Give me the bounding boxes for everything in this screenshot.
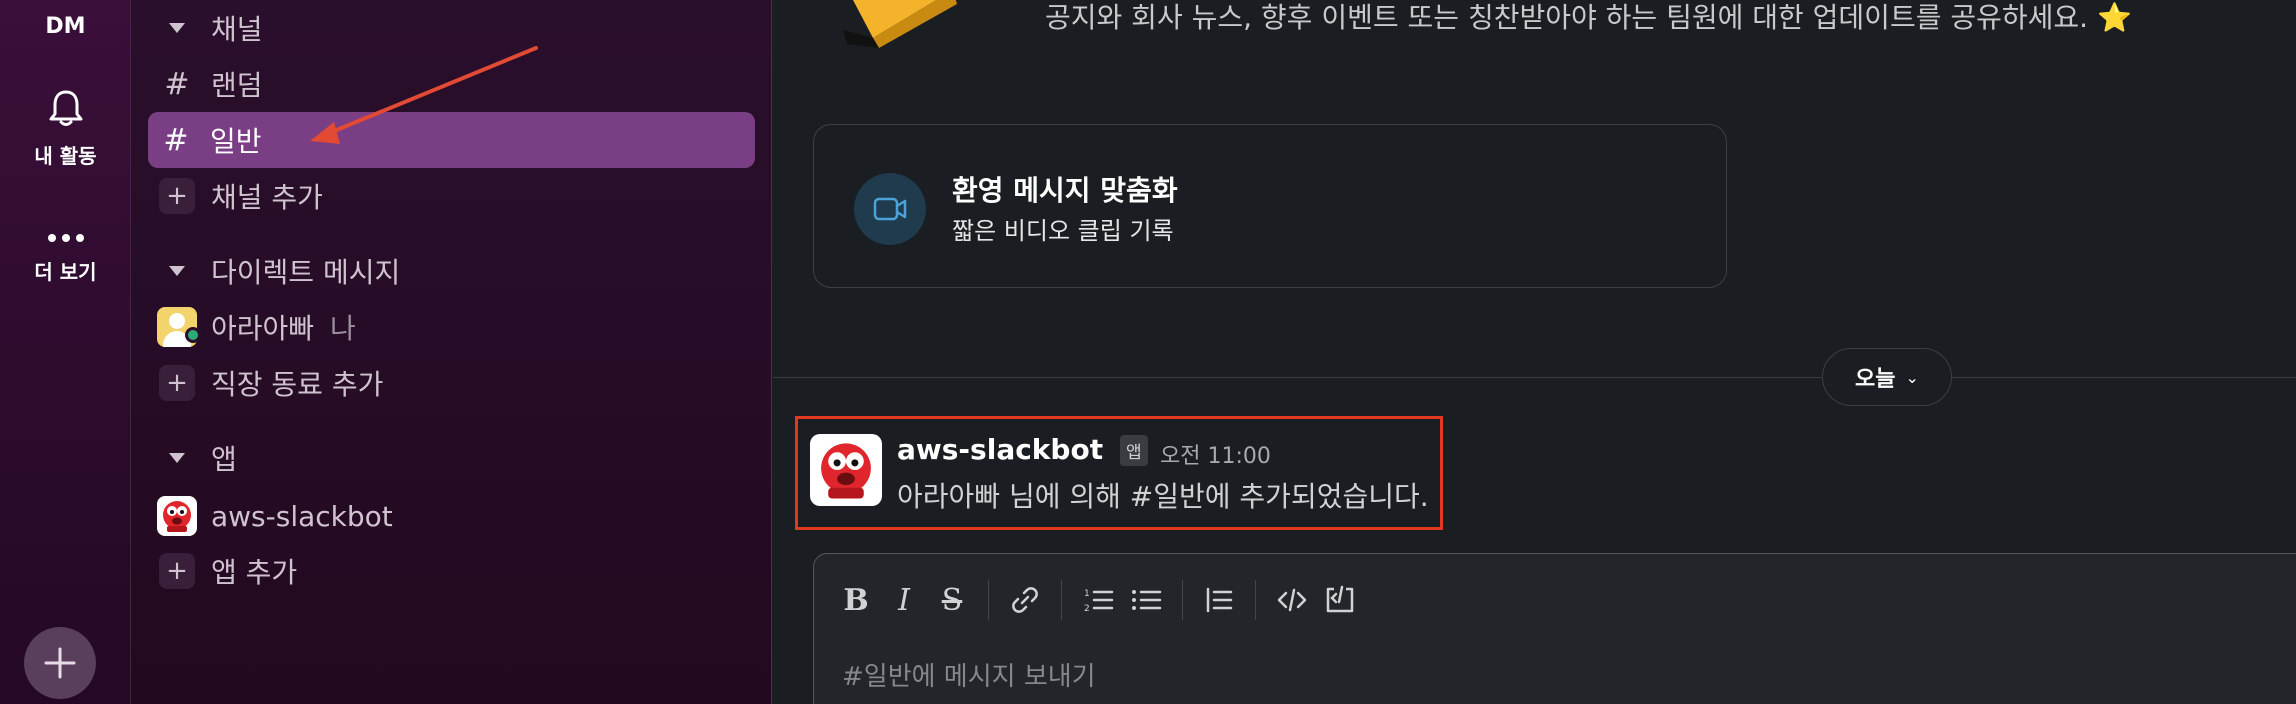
bot-avatar (157, 496, 197, 536)
message-input[interactable]: #일반에 메시지 보내기 (842, 656, 1096, 693)
add-app-button[interactable]: + 앱 추가 (149, 543, 755, 599)
link-button[interactable] (1001, 576, 1049, 624)
plus-icon: + (159, 365, 195, 401)
alarm-bot-icon (821, 443, 871, 499)
avatar-wrap (149, 307, 205, 347)
caret-down-icon (149, 266, 205, 276)
toolbar-divider (1061, 580, 1062, 620)
channel-label: 랜덤 (211, 69, 263, 102)
link-icon (1012, 587, 1038, 613)
bulleted-list-icon (1132, 590, 1162, 610)
chevron-down-icon: ⌄ (1905, 367, 1919, 387)
caret-down-icon (149, 453, 205, 463)
bulleted-list-button[interactable] (1122, 576, 1170, 624)
bell-icon (49, 90, 82, 126)
channel-main: 공지와 회사 뉴스, 향후 이벤트 또는 칭찬받아야 하는 팀원에 대한 업데이… (773, 0, 2296, 704)
add-workspace-button[interactable] (24, 627, 96, 699)
dm-section-header[interactable]: 다이렉트 메시지 (149, 243, 755, 299)
video-icon (854, 173, 926, 245)
message-text: 아라아빠 님에 의해 #일반에 추가되었습니다. (897, 480, 1429, 513)
plus-icon (44, 647, 76, 679)
dm-self-suffix: 나 (330, 312, 356, 345)
blockquote-icon (1206, 587, 1233, 613)
toolbar-divider (1182, 580, 1183, 620)
welcome-card-title: 환영 메시지 맞춤화 (952, 174, 1178, 207)
message-composer[interactable]: B I S 1 2 #일반에 메시지 보내기 (813, 553, 2296, 704)
sidebar-item-random[interactable]: # 랜덤 (149, 56, 755, 112)
more-dots-icon (47, 234, 84, 242)
sidebar-item-general[interactable]: # 일반 (148, 112, 755, 168)
channels-header-label: 채널 (211, 13, 263, 46)
plus-icon: + (159, 178, 195, 214)
formatting-toolbar: B I S 1 2 (832, 576, 1364, 624)
date-jump-button[interactable]: 오늘 ⌄ (1822, 348, 1952, 406)
hash-icon: # (163, 122, 189, 158)
alarm-bot-icon (163, 501, 191, 532)
toolbar-divider (1255, 580, 1256, 620)
message-author[interactable]: aws-slackbot (897, 433, 1103, 466)
code-icon (1277, 588, 1307, 612)
date-pill-label: 오늘 (1855, 367, 1896, 392)
add-channel-label: 채널 추가 (211, 181, 323, 214)
rail-dm-label[interactable]: DM (0, 14, 131, 39)
date-divider (773, 377, 2296, 378)
rail-activity-label: 내 활동 (34, 144, 97, 168)
plus-icon-wrap: + (149, 553, 205, 589)
bot-avatar[interactable] (810, 434, 882, 506)
add-app-label: 앱 추가 (211, 556, 298, 589)
add-coworker-button[interactable]: + 직장 동료 추가 (149, 355, 755, 411)
message-timestamp[interactable]: 오전 11:00 (1160, 438, 1271, 470)
workspace-rail: DM 내 활동 더 보기 (0, 0, 131, 704)
toolbar-divider (988, 580, 989, 620)
welcome-message-card[interactable]: 환영 메시지 맞춤화 짧은 비디오 클립 기록 (813, 124, 1727, 288)
apps-section-header[interactable]: 앱 (149, 430, 755, 486)
dm-user-name: 아라아빠 (211, 312, 315, 345)
code-block-button[interactable] (1316, 576, 1364, 624)
channel-label: 일반 (210, 125, 262, 158)
sidebar-item-dm-self[interactable]: 아라아빠 나 (149, 299, 755, 355)
channel-sidebar: 채널 # 랜덤 # 일반 + 채널 추가 다이렉트 메시지 아라아빠 나 + 직… (131, 0, 772, 704)
ordered-list-button[interactable]: 1 2 (1074, 576, 1122, 624)
megaphone-illustration (843, 0, 957, 48)
svg-text:2: 2 (1084, 604, 1090, 614)
rail-activity[interactable]: 내 활동 (0, 88, 131, 169)
code-block-icon (1326, 585, 1354, 613)
code-button[interactable] (1268, 576, 1316, 624)
plus-icon-wrap: + (149, 178, 205, 214)
apps-header-label: 앱 (211, 443, 237, 476)
plus-icon: + (159, 553, 195, 589)
sidebar-item-aws-slackbot[interactable]: aws-slackbot (149, 488, 755, 544)
channels-section-header[interactable]: 채널 (149, 0, 755, 56)
dm-header-label: 다이렉트 메시지 (211, 256, 401, 289)
plus-icon-wrap: + (149, 365, 205, 401)
welcome-card-subtitle: 짧은 비디오 클립 기록 (952, 217, 1174, 245)
app-badge: 앱 (1120, 435, 1148, 466)
app-item-label: aws-slackbot (211, 499, 393, 533)
message-item[interactable]: aws-slackbot 앱 오전 11:00 아라아빠 님에 의해 #일반에 … (795, 416, 1443, 530)
rail-more-label: 더 보기 (34, 260, 97, 284)
ordered-list-icon: 1 2 (1084, 589, 1114, 614)
add-channel-button[interactable]: + 채널 추가 (149, 168, 755, 224)
bold-button[interactable]: B (832, 576, 880, 624)
blockquote-button[interactable] (1195, 576, 1243, 624)
hash-icon: # (164, 66, 190, 102)
svg-text:1: 1 (1084, 589, 1090, 599)
italic-button[interactable]: I (880, 576, 928, 624)
avatar-wrap (149, 496, 205, 536)
rail-more[interactable]: 더 보기 (0, 232, 131, 285)
presence-indicator (185, 327, 201, 343)
add-coworker-label: 직장 동료 추가 (211, 368, 384, 401)
caret-down-icon (149, 23, 205, 33)
channel-description: 공지와 회사 뉴스, 향후 이벤트 또는 칭찬받아야 하는 팀원에 대한 업데이… (1045, 1, 2132, 34)
strikethrough-button[interactable]: S (928, 576, 976, 624)
